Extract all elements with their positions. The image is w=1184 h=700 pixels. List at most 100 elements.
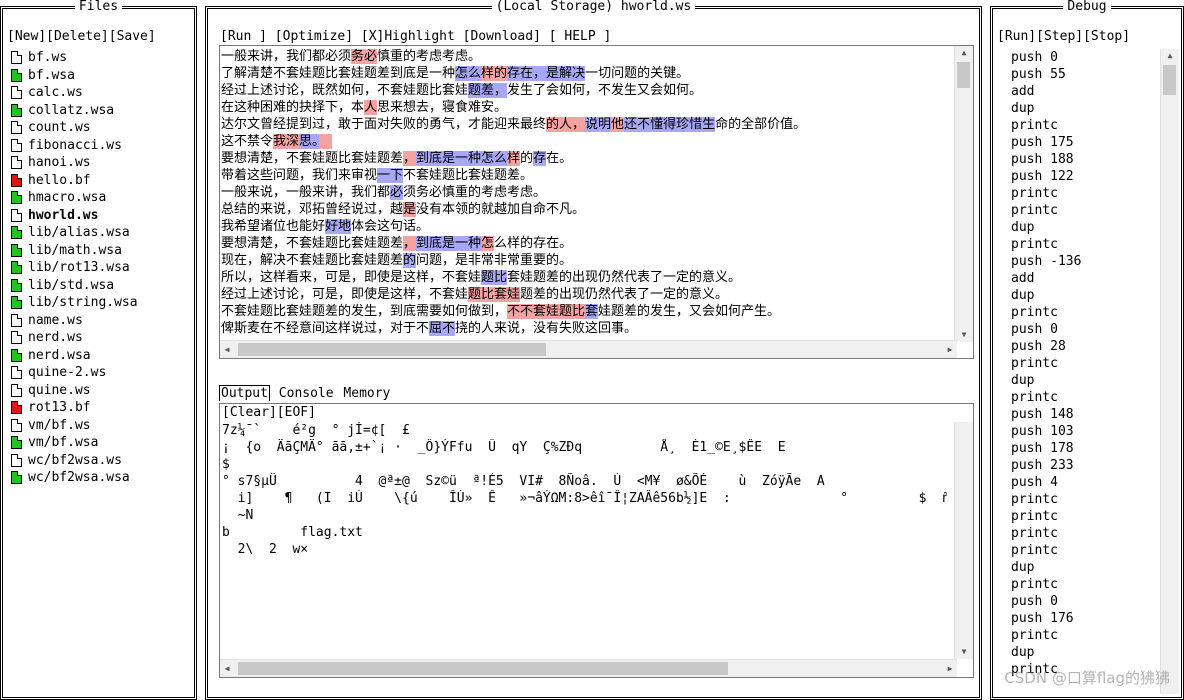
scroll-left-icon[interactable]: ◀ [220,341,234,358]
tab-memory[interactable]: Memory [342,386,391,401]
file-icon [11,208,22,222]
debug-instruction: push 28 [1011,339,1066,354]
tab-output[interactable]: Output [219,385,270,401]
file-icon [11,296,22,310]
highlighted-token: 屈不 [429,321,456,336]
code-text: 在。 [546,151,573,166]
debug-instruction: push 0 [1011,322,1058,337]
scroll-right-icon[interactable]: ▶ [943,660,957,677]
output-line: i] ¶ (I iÚ \{ú ÎÙ» Ê »¬âÝΩM:8>êî¯Î¦ZAÂê5… [222,491,947,506]
debug-instruction: add [1011,84,1035,99]
watermark: CSDN @口算flag的狒狒 [1004,669,1170,687]
file-item[interactable]: vm/bf.wsa [11,434,138,452]
file-item[interactable]: bf.ws [11,49,138,67]
file-name: bf.ws [28,50,68,66]
scroll-up-icon[interactable]: ▲ [1161,49,1179,63]
output-horizontal-scrollbar[interactable]: ◀ ▶ [220,659,957,677]
file-item[interactable]: bf.wsa [11,67,138,85]
file-icon [11,313,22,327]
highlighted-token: 到底是一种 [416,236,482,251]
file-icon [11,331,22,345]
file-name: lib/math.wsa [28,242,122,258]
tab-console[interactable]: Console [278,386,335,401]
code-text: 套娃题差的出现仍然代表了一定的意义。 [507,270,742,285]
file-item[interactable]: hmacro.wsa [11,189,138,207]
code-line: 总结的来说，邓拓曾经说过，越是没有本领的就越加自命不凡。 [221,201,948,218]
file-item[interactable]: hworld.ws [11,207,138,225]
code-editor[interactable]: 一般来讲，我们都必须务必慎重的考虑考虑。 了解清楚不套娃题比套娃题差到底是一种怎么… [219,45,974,359]
scroll-left-icon[interactable]: ◀ [220,660,234,677]
file-item[interactable]: nerd.wsa [11,347,138,365]
debug-instruction: push 4 [1011,475,1058,490]
file-item[interactable]: count.ws [11,119,138,137]
debug-instruction: printc [1011,203,1058,218]
code-hscroll-thumb[interactable] [238,343,546,356]
highlighted-token: ， [403,236,417,251]
debug-instruction: push 188 [1011,152,1074,167]
highlighted-token [318,134,332,149]
highlighted-token: 我深 [273,134,300,149]
debug-instruction: dup [1011,373,1035,388]
code-vscroll-thumb[interactable] [957,62,970,88]
file-item[interactable]: wc/bf2wsa.ws [11,452,138,470]
file-item[interactable]: lib/std.wsa [11,277,138,295]
highlighted-token: 不不套娃题比 [507,304,586,319]
code-vertical-scrollbar[interactable]: ▲ ▼ [954,46,973,342]
output-line: ~N [222,508,254,523]
output-line: 7z¼¯` é²g ° jÍ=¢[ £ [222,423,410,438]
file-item[interactable]: lib/math.wsa [11,242,138,260]
file-icon [11,138,22,152]
debug-instruction: push 178 [1011,441,1074,456]
file-item[interactable]: lib/string.wsa [11,294,138,312]
file-name: hanoi.ws [28,155,91,171]
files-toolbar[interactable]: [New][Delete][Save] [7,29,156,44]
debug-vscroll-thumb[interactable] [1163,65,1176,95]
debug-instruction: push -136 [1011,254,1082,269]
code-text: 发生了会如何，不发生又会如何。 [507,83,703,98]
output-toolbar[interactable]: [Clear][EOF] [222,405,316,420]
highlighted-token: 人 [364,100,378,115]
highlighted-token: 的人， [546,117,586,132]
file-item[interactable]: hello.bf [11,172,138,190]
output-hscroll-thumb[interactable] [238,662,728,675]
file-icon [11,401,22,415]
debug-instruction: printc [1011,526,1058,541]
code-text: 没有本领的就越加自命不凡。 [416,202,586,217]
code-text: 一般来讲，我们都必须 [221,49,352,64]
file-item[interactable]: collatz.wsa [11,102,138,120]
file-item[interactable]: calc.ws [11,84,138,102]
scroll-down-icon[interactable]: ▼ [955,645,973,659]
files-panel: Files [New][Delete][Save] bf.ws bf.wsa cal… [0,0,197,700]
file-item[interactable]: quine-2.ws [11,364,138,382]
output-vertical-scrollbar[interactable]: ▼ [954,422,973,659]
code-text: 达尔文曾经提到过，敢于面对失败的勇气，才能迎来最终 [221,117,547,132]
file-item[interactable]: nerd.ws [11,329,138,347]
code-horizontal-scrollbar[interactable]: ◀ ▶ [220,340,957,358]
debug-instruction: push 233 [1011,458,1074,473]
debug-instruction: printc [1011,118,1058,133]
file-item[interactable]: lib/alias.wsa [11,224,138,242]
file-item[interactable]: name.ws [11,312,138,330]
output-lines: 7z¼¯` é²g ° jÍ=¢[ £ ¡ {o ÄāÇMÄ° āā,±+`¡ ·… [222,422,947,558]
file-item[interactable]: hanoi.ws [11,154,138,172]
output-area[interactable]: [Clear][EOF] 7z¼¯` é²g ° jÍ=¢[ £ ¡ {o ÄāÇ… [219,403,974,678]
file-item[interactable]: wc/bf2wsa.wsa [11,469,138,487]
debug-vertical-scrollbar[interactable]: ▲ [1160,49,1179,694]
debug-panel: Debug [Run][Step][Stop] push 0 push 55 add… [990,0,1184,700]
file-name: hworld.ws [28,207,99,223]
scroll-down-icon[interactable]: ▼ [955,328,973,342]
code-text: 不套娃题比套娃题差的发生，到底需要如何做到， [221,304,508,319]
code-text: 一切问题的关键。 [585,66,690,81]
file-item[interactable]: quine.ws [11,382,138,400]
file-icon [11,68,22,82]
code-text: 总结的来说，邓拓曾经说过，越 [221,202,404,217]
scroll-right-icon[interactable]: ▶ [943,341,957,358]
file-item[interactable]: lib/rot13.wsa [11,259,138,277]
debug-toolbar[interactable]: [Run][Step][Stop] [997,29,1130,44]
file-item[interactable]: vm/bf.ws [11,417,138,435]
scroll-up-icon[interactable]: ▲ [955,46,973,60]
editor-toolbar[interactable]: [Run ] [Optimize] [X]Highlight [Download… [220,29,611,44]
file-item[interactable]: rot13.bf [11,399,138,417]
code-text: 思来想去，寝食难安。 [377,100,508,115]
file-item[interactable]: fibonacci.ws [11,137,138,155]
